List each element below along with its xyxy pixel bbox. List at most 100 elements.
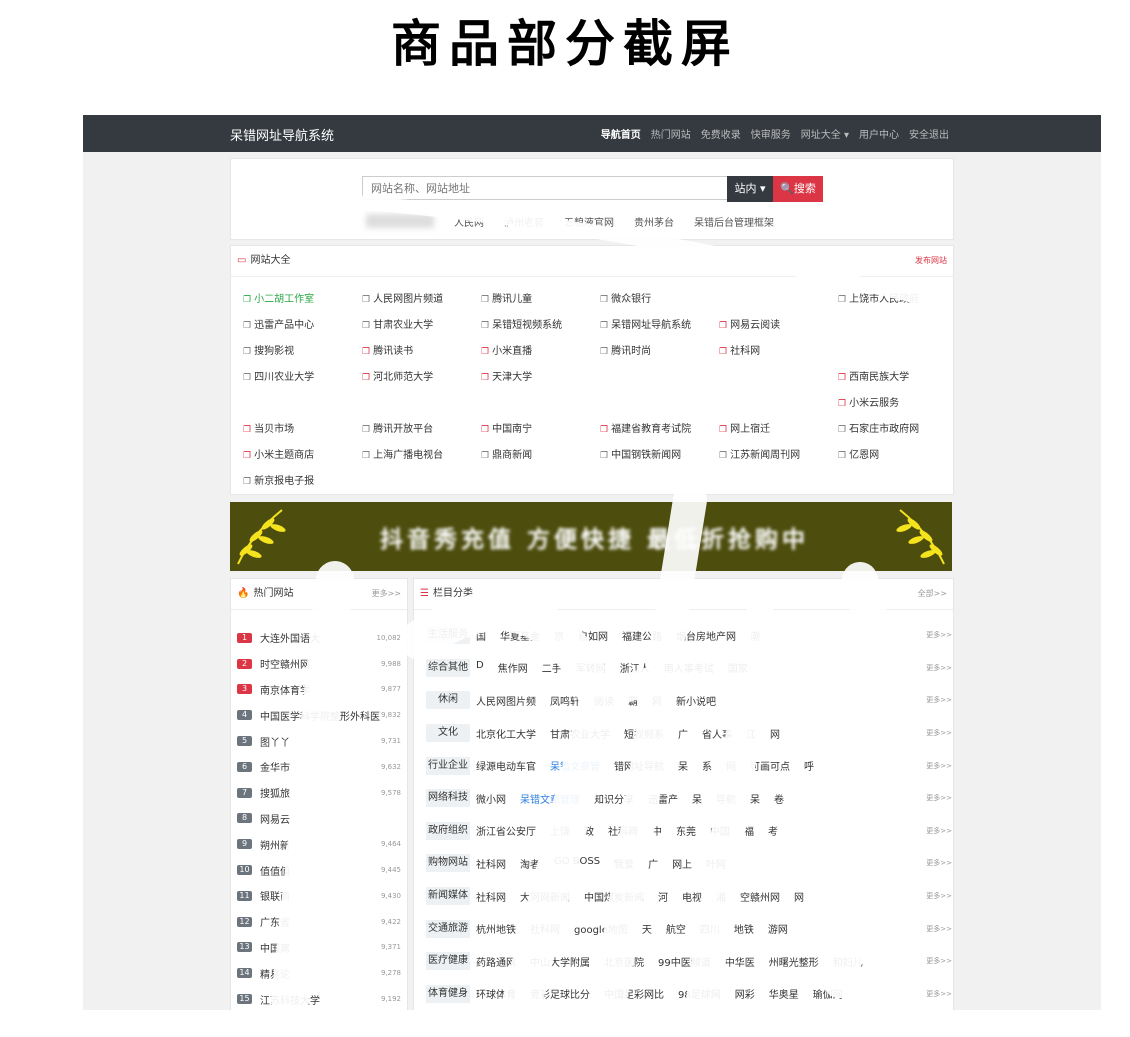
hot-site-row[interactable]: 14 精易论 9,278 <box>237 960 401 986</box>
nav-user-center[interactable]: 用户中心 <box>859 126 899 141</box>
category-more-link[interactable]: 更多>> <box>922 695 952 705</box>
site-link[interactable]: ❐ 天津大学 <box>481 368 600 383</box>
site-link[interactable]: ❐ 上饶市人民政府 <box>838 290 957 305</box>
site-link[interactable]: ❐ 中国南宁 <box>481 420 600 435</box>
keyword-link[interactable]: 贵州茅台 <box>634 214 674 229</box>
category-label[interactable]: 文化 <box>426 724 470 743</box>
category-site-link[interactable]: 99中医频道 <box>658 954 711 969</box>
search-scope-dropdown[interactable]: 站内 ▾ <box>727 176 773 202</box>
category-site-link[interactable]: 焦作网 <box>498 660 528 675</box>
category-site-link[interactable]: 中国 <box>710 823 730 838</box>
site-link[interactable]: ❐ 福建省教育考试院 <box>600 420 719 435</box>
category-label[interactable]: 体育健身 <box>426 984 470 1003</box>
category-site-link[interactable]: 卷 <box>774 791 784 806</box>
site-brand[interactable]: 呆错网址导航系统 <box>230 125 334 144</box>
category-site-link[interactable]: 河 <box>658 889 668 904</box>
nav-fast-review[interactable]: 快审服务 <box>751 126 791 141</box>
category-site-link[interactable]: 社科网 <box>608 823 638 838</box>
site-link[interactable]: ❐ <box>838 316 957 331</box>
search-input[interactable] <box>362 176 727 200</box>
hot-site-row[interactable]: 3 南京体育学 9,877 <box>237 677 401 703</box>
site-link[interactable]: ❐ <box>838 342 957 357</box>
site-link[interactable]: ❐ 小二胡工作室 <box>243 290 362 305</box>
category-site-link[interactable]: 新小说吧 <box>676 693 716 708</box>
site-link[interactable]: ❐ 腾讯时尚 <box>600 342 719 357</box>
category-label[interactable]: 网络科技 <box>426 789 470 808</box>
category-site-link[interactable]: 杭州地铁 <box>476 921 516 936</box>
category-site-link[interactable]: 社科网 <box>476 856 506 871</box>
keyword-link[interactable]: 泸州老窖 <box>504 214 544 229</box>
hot-site-row[interactable]: 4 中国医学科学院整形外科医 9,832 <box>237 702 401 728</box>
keyword-link[interactable]: 人民网 <box>454 214 484 229</box>
site-link[interactable]: ❐ 小米直播 <box>481 342 600 357</box>
category-more-link[interactable]: 更多>> <box>922 630 952 640</box>
category-more-link[interactable]: 更多>> <box>922 891 952 901</box>
category-site-link[interactable]: 中华医 <box>725 954 755 969</box>
site-link[interactable]: ❐ <box>243 394 362 409</box>
hot-site-row[interactable]: 1 大连外国语大 10,082 <box>237 625 401 651</box>
category-site-link[interactable]: 呆 <box>750 791 760 806</box>
hot-site-row[interactable]: 6 金华市 9,632 <box>237 754 401 780</box>
category-site-link[interactable]: 军转网 <box>576 660 606 675</box>
category-site-link[interactable]: 阅读 <box>594 693 614 708</box>
category-site-link[interactable]: 政 <box>584 823 594 838</box>
keyword-link[interactable]: 呆错后台管理框架 <box>694 214 774 229</box>
site-link[interactable]: ❐ 社科网 <box>719 342 838 357</box>
category-site-link[interactable]: 福 <box>744 823 754 838</box>
site-link[interactable]: ❐ 河北师范大学 <box>362 368 481 383</box>
site-link[interactable]: ❐ 呆错短视频系统 <box>481 316 600 331</box>
category-site-link[interactable]: 呆 <box>678 758 688 773</box>
category-more-link[interactable]: 更多>> <box>922 858 952 868</box>
category-site-link[interactable]: 地铁 <box>734 921 754 936</box>
category-site-link[interactable]: 天 <box>642 921 652 936</box>
hot-site-row[interactable]: 15 江苏科技大学 9,192 <box>237 986 401 1010</box>
category-site-link[interactable]: 中山大学附属 <box>530 954 590 969</box>
hot-site-row[interactable]: 7 搜狐旅 9,578 <box>237 780 401 806</box>
category-site-link[interactable]: 社科网 <box>476 889 506 904</box>
category-site-link[interactable]: 烟台房地产网 <box>676 628 736 643</box>
hot-site-row[interactable]: 2 时空赣州网 9,988 <box>237 651 401 677</box>
category-site-link[interactable]: 州曙光整形 <box>769 954 819 969</box>
category-site-link[interactable]: 网 <box>652 693 662 708</box>
category-site-link[interactable]: google地图 <box>574 921 628 936</box>
category-site-link[interactable]: 和妇儿 <box>833 954 863 969</box>
site-link[interactable]: ❐ 网上宿迁 <box>719 420 838 435</box>
hot-site-row[interactable]: 8 网易云 <box>237 806 401 832</box>
site-link[interactable]: ❐ 四川农业大学 <box>243 368 362 383</box>
category-site-link[interactable]: 呆 <box>692 791 702 806</box>
site-link[interactable]: ❐ 微众银行 <box>600 290 719 305</box>
category-site-link[interactable]: 中国煤炭新闻 <box>584 889 644 904</box>
category-site-link[interactable]: 自如网 <box>578 628 608 643</box>
category-more-link[interactable]: 更多>> <box>922 728 952 738</box>
category-label[interactable]: 购物网站 <box>426 854 470 873</box>
category-site-link[interactable]: 潮 <box>750 628 760 643</box>
category-site-link[interactable]: 网 <box>770 726 780 741</box>
nav-logout[interactable]: 安全退出 <box>909 126 949 141</box>
category-site-link[interactable]: 二手 <box>542 660 562 675</box>
site-link[interactable]: ❐ 甘肃农业大学 <box>362 316 481 331</box>
category-site-link[interactable]: 京 <box>554 628 564 643</box>
category-site-link[interactable]: 北京医院 <box>604 954 644 969</box>
site-link[interactable]: ❐ <box>719 290 838 305</box>
site-link[interactable]: ❐ 迅雷产品中心 <box>243 316 362 331</box>
category-site-link[interactable]: 98足球网 <box>678 986 721 1001</box>
category-site-link[interactable]: 中 <box>652 823 662 838</box>
category-site-link[interactable]: 广 <box>678 726 688 741</box>
site-link[interactable]: ❐ 西南民族大学 <box>838 368 957 383</box>
category-site-link[interactable]: 竞彩足球比分 <box>530 986 590 1001</box>
category-more-link[interactable]: 更多>> <box>922 663 952 673</box>
site-link[interactable]: ❐ 呆错网址导航系统 <box>600 316 719 331</box>
site-link[interactable]: ❐ 石家庄市政府网 <box>838 420 957 435</box>
category-site-link[interactable]: 大河网新闻 <box>520 889 570 904</box>
category-site-link[interactable]: 浙江省公安厅 <box>476 823 536 838</box>
category-site-link[interactable]: 四川 <box>700 921 720 936</box>
hot-site-row[interactable]: 10 值值值 9,445 <box>237 857 401 883</box>
category-site-link[interactable]: 游网 <box>768 921 788 936</box>
category-site-link[interactable]: 考 <box>768 823 778 838</box>
category-label[interactable]: 综合其他 <box>426 658 470 677</box>
category-site-link[interactable]: 社科网 <box>530 921 560 936</box>
category-site-link[interactable]: 东莞 <box>676 823 696 838</box>
category-site-link[interactable]: 中国足彩网比 <box>604 986 664 1001</box>
category-site-link[interactable]: 瑜伽网 <box>813 986 843 1001</box>
site-link[interactable]: ❐ 搜狗影视 <box>243 342 362 357</box>
